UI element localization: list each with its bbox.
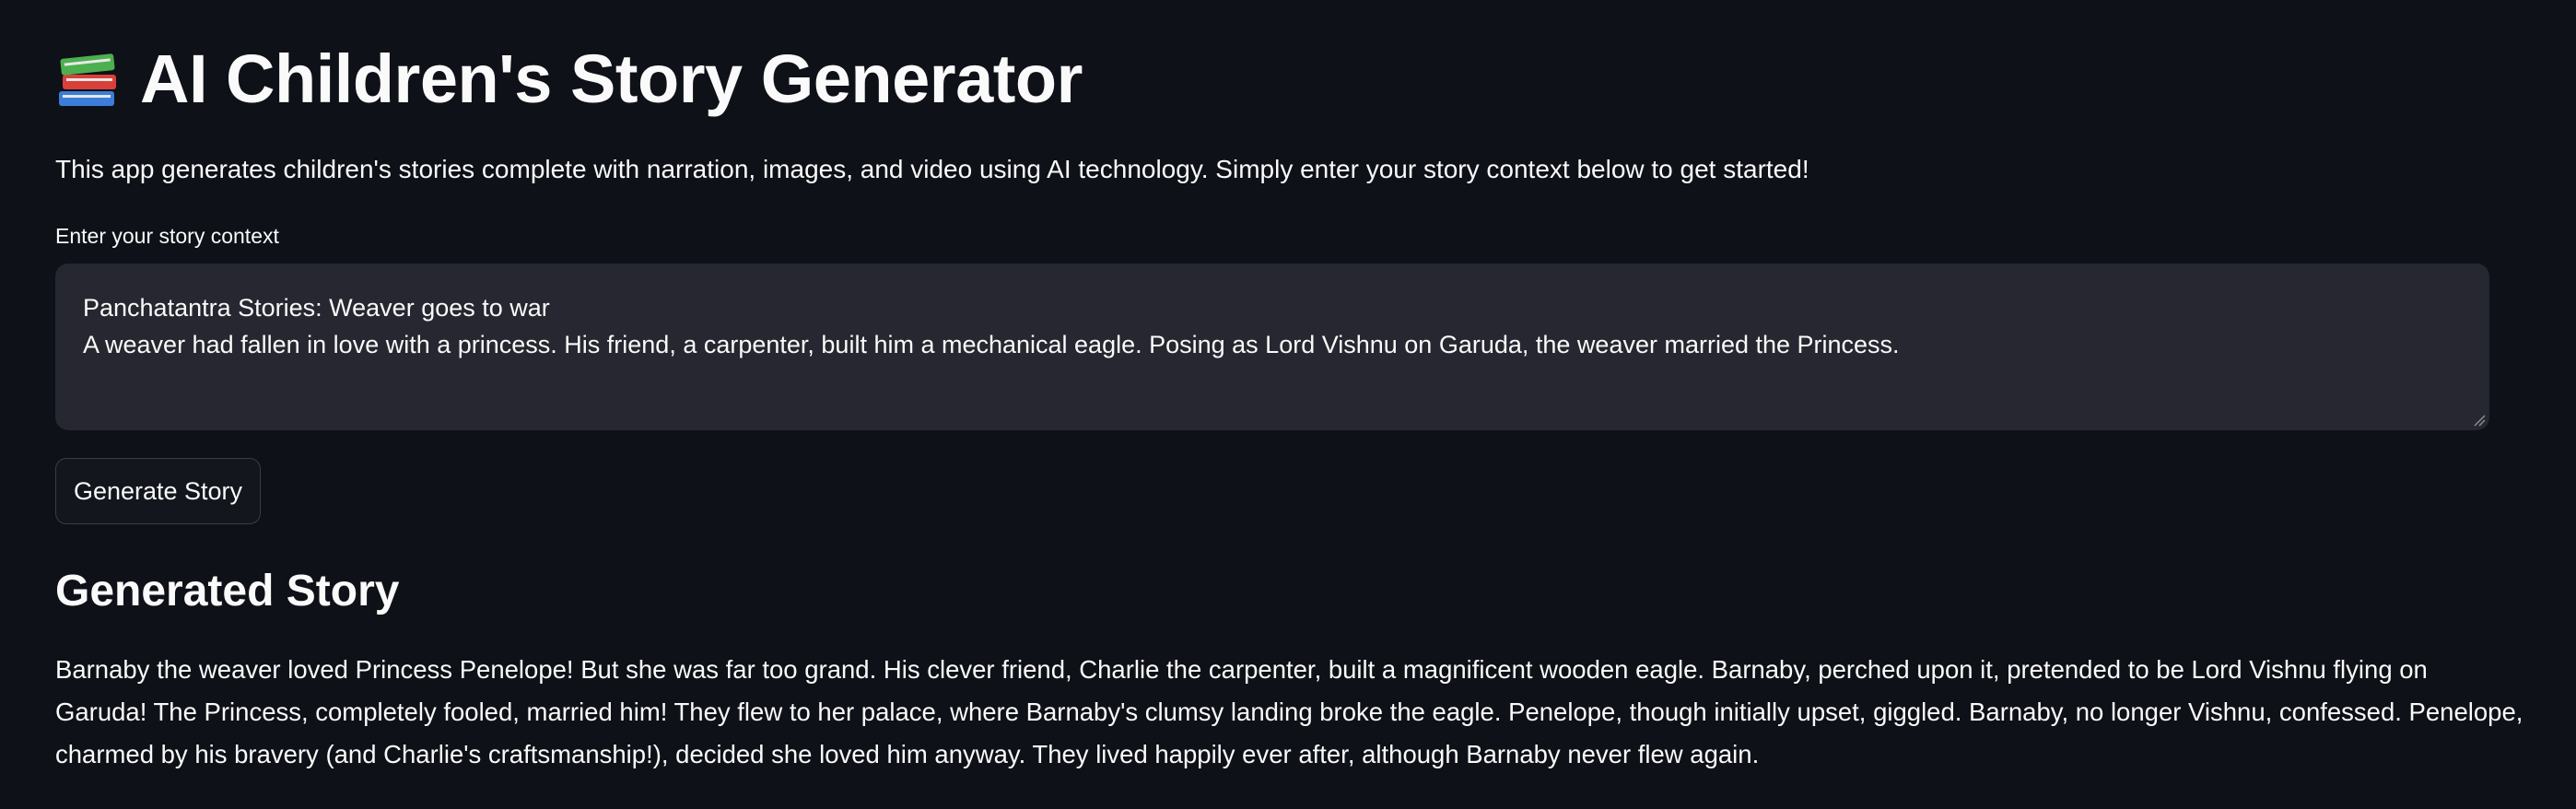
generated-story-text: Barnaby the weaver loved Princess Penelo… — [55, 655, 2523, 768]
story-context-label: Enter your story context — [55, 224, 279, 248]
generated-story-heading: Generated Story — [55, 567, 400, 616]
story-context-input[interactable] — [55, 264, 2489, 430]
intro-text: This app generates children's stories co… — [55, 155, 1809, 183]
title-row: AI Children's Story Generator — [55, 0, 2521, 157]
app-page: AI Children's Story Generator This app g… — [0, 0, 2576, 809]
generate-story-button[interactable]: Generate Story — [55, 458, 261, 524]
resize-handle-icon[interactable] — [2473, 414, 2486, 427]
story-context-container — [55, 264, 2489, 430]
books-icon — [55, 45, 122, 111]
page-title: AI Children's Story Generator — [140, 40, 1083, 117]
